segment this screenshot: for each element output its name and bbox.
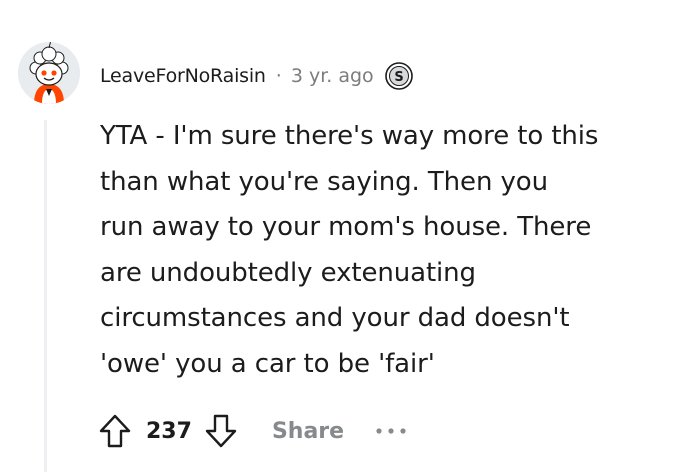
more-options-button[interactable] <box>374 416 408 446</box>
svg-text:S: S <box>394 70 403 85</box>
arrow-up-icon <box>99 414 131 448</box>
comment-line: circumstances and your dad doesn't <box>100 303 570 333</box>
comment-line: are undoubtedly extenuating <box>100 257 476 288</box>
comment-line: run away to your mom's house. There <box>100 212 592 242</box>
more-horizontal-icon <box>376 428 406 434</box>
comment-line: YTA - I'm sure there's way more to this <box>100 121 599 151</box>
comment-body: YTA - I'm sure there's way more to this … <box>100 114 660 387</box>
downvote-button[interactable] <box>200 408 242 454</box>
comment-actions: 237 Share <box>94 404 408 458</box>
comment-timestamp[interactable]: 3 yr. ago <box>291 65 374 87</box>
upvote-button[interactable] <box>94 408 136 454</box>
comment-header: LeaveForNoRaisin · 3 yr. ago S <box>100 58 414 94</box>
arrow-down-icon <box>205 414 237 448</box>
snoo-s-badge-icon: S <box>384 62 413 90</box>
thread-line[interactable] <box>44 120 47 472</box>
avatar[interactable] <box>18 42 80 104</box>
comment-line: than what you're saying. Then you <box>100 166 548 197</box>
vote-score: 237 <box>146 418 192 444</box>
snoo-avatar-icon <box>18 42 80 104</box>
comment-line: 'owe' you a car to be 'fair' <box>100 348 435 379</box>
meta-separator: · <box>275 65 282 87</box>
share-button[interactable]: Share <box>272 419 344 444</box>
author-username[interactable]: LeaveForNoRaisin <box>100 65 266 87</box>
